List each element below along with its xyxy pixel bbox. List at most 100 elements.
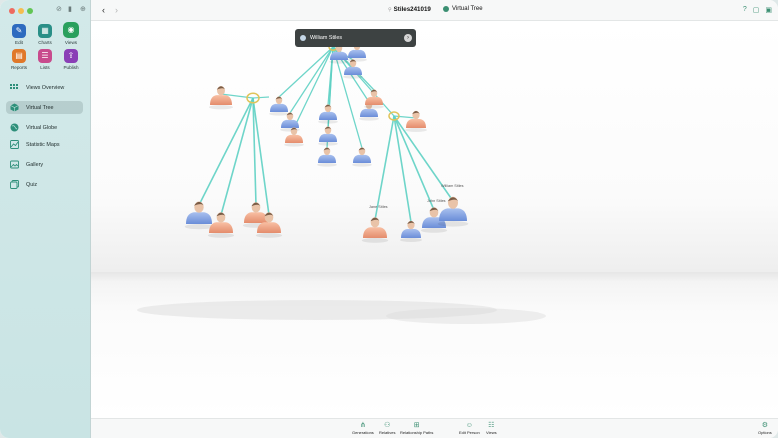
tool-lists[interactable]: ☰ Lists bbox=[33, 49, 57, 70]
zoom-window-button[interactable] bbox=[27, 8, 33, 14]
tool-label: Charts bbox=[38, 40, 52, 45]
document-icon: ⚲ bbox=[388, 6, 392, 13]
document-title: ⚲ Stiles241019 bbox=[388, 6, 431, 13]
button-label: Relatives bbox=[379, 430, 396, 435]
person-figure bbox=[405, 110, 427, 132]
popover-person-name: William Stiles bbox=[310, 35, 343, 41]
sidebar-item-views-overview[interactable]: Views Overview bbox=[6, 81, 83, 94]
tool-label: Reports bbox=[10, 65, 28, 70]
sidebar-item-quiz[interactable]: Quiz bbox=[6, 178, 83, 191]
button-label: Generations bbox=[352, 430, 374, 435]
sidebar-item-label: Statistic Maps bbox=[26, 141, 60, 148]
person-figure bbox=[352, 147, 372, 167]
document-title-text: Stiles241019 bbox=[393, 6, 431, 13]
sidebar-item-label: Virtual Globe bbox=[26, 124, 58, 131]
view-status-icon bbox=[443, 6, 449, 12]
tool-reports[interactable]: ▤ Reports bbox=[7, 49, 31, 70]
button-label: Options bbox=[758, 430, 772, 435]
sidebar-item-virtual-globe[interactable]: Virtual Globe bbox=[6, 121, 83, 134]
person-dot-icon bbox=[300, 35, 306, 41]
options-button[interactable]: ⚙ Options bbox=[758, 421, 772, 435]
generations-button[interactable]: ⋔ Generations bbox=[352, 421, 374, 435]
views-icon: ☷ bbox=[488, 422, 495, 429]
tool-publish[interactable]: ⇪ Publish bbox=[59, 49, 83, 70]
edit-person-icon: ☺ bbox=[465, 422, 473, 429]
chevron-right-icon[interactable]: › bbox=[404, 34, 412, 42]
bottom-toolbar: ⋔ Generations ⚇ Relatives ⊞ Relationship… bbox=[91, 418, 778, 438]
button-label: Views bbox=[486, 430, 497, 435]
sidebar-item-gallery[interactable]: Gallery bbox=[6, 158, 83, 171]
person-figure bbox=[207, 212, 235, 238]
person-figure bbox=[364, 89, 384, 109]
globe-icon bbox=[10, 123, 19, 132]
views-button[interactable]: ☷ Views bbox=[486, 421, 497, 435]
settings-icon[interactable]: ⊕ bbox=[80, 6, 87, 13]
sidebar: ⊘ ▮ ⊕ ✎ Edit ▦ Charts ◉ Views ▤ Reports … bbox=[0, 0, 91, 438]
edit-person-button[interactable]: ☺ Edit Person bbox=[459, 421, 480, 435]
cube-icon bbox=[10, 103, 19, 112]
sidebar-toggle-icon[interactable]: ▣ bbox=[765, 6, 772, 14]
union-rings bbox=[246, 43, 400, 121]
floating-person-label: William Stiles bbox=[441, 184, 464, 188]
person-figure bbox=[318, 104, 338, 124]
gallery-icon bbox=[10, 160, 19, 169]
relationship-paths-icon: ⊞ bbox=[413, 422, 420, 429]
publish-icon: ⇪ bbox=[64, 49, 78, 63]
window-icon[interactable]: ▢ bbox=[753, 6, 760, 14]
person-figure bbox=[184, 201, 214, 230]
tool-edit[interactable]: ✎ Edit bbox=[7, 24, 31, 45]
tool-label: Views bbox=[64, 40, 78, 45]
lists-icon: ☰ bbox=[38, 49, 52, 63]
reports-icon: ▤ bbox=[12, 49, 26, 63]
view-title: Virtual Tree bbox=[443, 6, 483, 12]
sidebar-item-label: Views Overview bbox=[26, 84, 65, 91]
edit-icon: ✎ bbox=[12, 24, 26, 38]
sidebar-item-label: Quiz bbox=[26, 181, 38, 188]
person-popover[interactable]: William Stiles › bbox=[295, 29, 416, 47]
person-figure bbox=[400, 220, 422, 242]
tree-floor bbox=[91, 272, 778, 418]
floating-person-label: Jane Stiles bbox=[369, 205, 388, 209]
relatives-icon: ⚇ bbox=[384, 422, 391, 429]
tool-views[interactable]: ◉ Views bbox=[59, 22, 83, 45]
title-bar-actions: ? ▢ ▣ bbox=[743, 6, 772, 14]
person-figure bbox=[318, 126, 338, 146]
sidebar-item-label: Gallery bbox=[26, 161, 44, 168]
grid-icon bbox=[10, 83, 19, 92]
relationship-paths-button[interactable]: ⊞ Relationship Paths bbox=[400, 421, 433, 435]
bookmark-icon[interactable]: ▮ bbox=[68, 6, 75, 13]
map-icon bbox=[10, 140, 19, 149]
person-figures bbox=[184, 42, 469, 243]
person-figure bbox=[317, 147, 337, 167]
quiz-icon bbox=[10, 180, 19, 189]
relatives-button[interactable]: ⚇ Relatives bbox=[379, 421, 395, 435]
floating-person-label: John Stiles bbox=[427, 199, 446, 203]
sidebar-top-icons: ⊘ ▮ ⊕ bbox=[56, 6, 87, 13]
minimize-window-button[interactable] bbox=[18, 8, 24, 14]
tool-label: Lists bbox=[40, 65, 50, 70]
generations-icon: ⋔ bbox=[359, 422, 366, 429]
sidebar-item-label: Virtual Tree bbox=[26, 104, 54, 111]
button-label: Edit Person bbox=[459, 430, 480, 435]
eye-icon: ◉ bbox=[63, 22, 79, 38]
tree-graphic[interactable] bbox=[91, 21, 778, 273]
tool-label: Publish bbox=[63, 65, 79, 70]
app-window: ⊘ ▮ ⊕ ✎ Edit ▦ Charts ◉ Views ▤ Reports … bbox=[0, 0, 778, 438]
help-icon[interactable]: ? bbox=[743, 6, 747, 14]
person-figure bbox=[269, 96, 289, 116]
gear-icon: ⚙ bbox=[761, 422, 769, 429]
close-window-button[interactable] bbox=[9, 8, 15, 14]
tool-label: Edit bbox=[15, 40, 23, 45]
button-label: Relationship Paths bbox=[400, 430, 434, 435]
sidebar-item-virtual-tree[interactable]: Virtual Tree bbox=[6, 101, 83, 114]
back-arrow-icon[interactable]: ‹ bbox=[102, 5, 105, 15]
sidebar-item-statistic-maps[interactable]: Statistic Maps bbox=[6, 138, 83, 151]
view-title-text: Virtual Tree bbox=[452, 6, 483, 12]
charts-icon: ▦ bbox=[38, 24, 52, 38]
tag-icon[interactable]: ⊘ bbox=[56, 6, 63, 13]
forward-arrow-icon[interactable]: › bbox=[115, 5, 118, 15]
person-figure bbox=[361, 217, 389, 243]
person-figure bbox=[208, 85, 234, 110]
virtual-tree-view[interactable]: William Stiles › William Stiles John Sti… bbox=[91, 21, 778, 418]
tool-charts[interactable]: ▦ Charts bbox=[33, 24, 57, 45]
